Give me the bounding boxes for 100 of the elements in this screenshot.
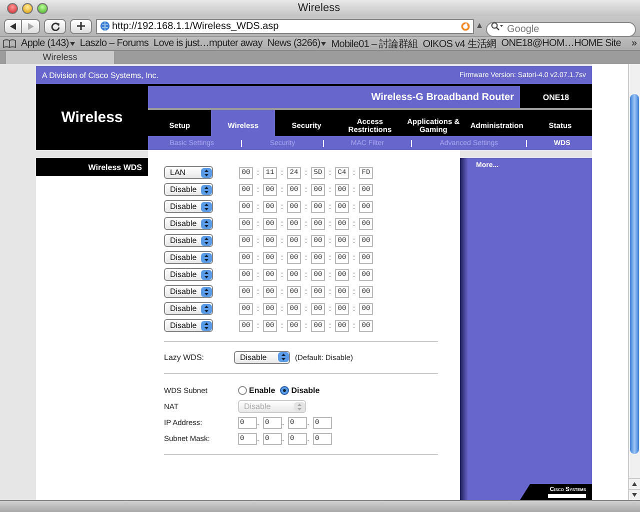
stepper-icon (294, 402, 305, 412)
separator: : (304, 321, 308, 330)
radio-label: Enable (249, 386, 276, 395)
bookmark-item[interactable]: Apple (143) (21, 38, 75, 49)
separator: . (257, 434, 260, 443)
reload-button[interactable] (44, 18, 66, 34)
dropdown[interactable]: LAN (164, 166, 213, 179)
separator: : (256, 236, 260, 245)
separator: : (352, 185, 356, 194)
stepper-icon (201, 252, 212, 262)
scroll-up-button[interactable] (629, 478, 640, 489)
search-icon (491, 22, 503, 30)
dropdown[interactable]: Disable (164, 183, 213, 196)
bookmark-item[interactable]: News (3266) (267, 38, 326, 49)
separator: : (328, 185, 332, 194)
back-button[interactable] (4, 18, 22, 34)
bookmark-item[interactable]: Mobile01 – 討論群組 (331, 37, 418, 50)
dropdown[interactable]: Disable (164, 319, 213, 332)
address-field[interactable]: http://192.168.1.1/Wireless_WDS.asp (96, 18, 474, 34)
separator: : (256, 168, 260, 177)
zoom-button[interactable] (37, 2, 48, 14)
minimize-button[interactable] (22, 2, 33, 14)
separator: : (280, 287, 284, 296)
separator: : (352, 219, 356, 228)
separator: : (304, 168, 308, 177)
circular-arrow-icon (461, 22, 470, 30)
search-field[interactable]: Google (486, 22, 636, 36)
field-label: Lazy WDS: (164, 352, 206, 362)
separator: . (307, 418, 310, 427)
separator: : (256, 321, 260, 330)
dropdown[interactable]: Disable (164, 268, 213, 281)
separator: : (280, 219, 284, 228)
bookmark-item[interactable]: Love is just…mputer away (154, 38, 262, 49)
radio-label: Disable (291, 386, 320, 395)
scrollbar-thumb[interactable] (630, 94, 639, 454)
radio-button[interactable] (238, 386, 247, 395)
dropdown[interactable]: Disable (234, 350, 290, 364)
close-button[interactable] (7, 2, 18, 14)
browser-tab[interactable]: Wireless (6, 51, 114, 64)
back-arrow-icon (10, 22, 16, 30)
separator: : (280, 270, 284, 279)
plus-icon (77, 22, 85, 30)
bookmarks-overflow-button[interactable]: » (631, 38, 637, 49)
separator: : (328, 304, 332, 313)
separator: : (352, 270, 356, 279)
stepper-icon (201, 218, 212, 228)
stepper-icon (201, 270, 212, 280)
separator: : (328, 219, 332, 228)
radio-button[interactable] (280, 386, 290, 395)
dropdown[interactable]: Disable (164, 302, 213, 315)
separator: . (282, 418, 286, 427)
separator: : (304, 304, 308, 313)
window-title: Wireless (296, 2, 342, 14)
stepper-icon (201, 184, 212, 194)
separator: . (282, 434, 286, 443)
separator: : (304, 219, 308, 228)
globe-icon (100, 21, 110, 31)
book-icon[interactable] (3, 39, 16, 48)
separator: : (328, 321, 332, 330)
forward-arrow-icon (27, 22, 34, 30)
separator: : (352, 168, 356, 177)
separator: : (256, 202, 260, 211)
stepper-icon (201, 304, 212, 314)
separator: : (328, 287, 332, 296)
url-text: http://192.168.1.1/Wireless_WDS.asp (112, 20, 279, 32)
separator: : (280, 202, 284, 211)
add-bookmark-button[interactable] (70, 18, 92, 34)
product-name: Wireless-G Broadband Router (371, 92, 514, 102)
separator: : (328, 270, 332, 279)
separator: : (280, 185, 284, 194)
separator: : (304, 287, 308, 296)
separator: : (256, 270, 260, 279)
model-name: ONE18 (542, 92, 570, 102)
section-title: Wireless (61, 108, 123, 126)
separator: : (280, 253, 284, 262)
dropdown[interactable]: Disable (164, 200, 213, 213)
separator: : (280, 321, 284, 330)
dropdown[interactable]: Disable (164, 217, 213, 230)
separator: . (257, 418, 260, 427)
separator: : (304, 185, 308, 194)
separator: : (256, 253, 260, 262)
logo-mark-icon (548, 494, 586, 498)
separator: : (280, 304, 284, 313)
bookmark-item[interactable]: OIKOS v4 生活網 (422, 37, 496, 50)
stepper-icon (201, 168, 212, 178)
separator: : (304, 236, 308, 245)
separator: : (328, 168, 332, 177)
dropdown[interactable]: Disable (164, 285, 213, 298)
bookmark-item[interactable]: ONE18@HOM…HOME Site (501, 38, 621, 49)
separator: : (328, 253, 332, 262)
dropdown[interactable]: Disable (164, 234, 213, 247)
division-text: A Division of Cisco Systems, Inc. (42, 70, 158, 80)
separator: : (304, 253, 308, 262)
separator: : (280, 236, 284, 245)
separator: : (280, 168, 284, 177)
dropdown[interactable]: Disable (164, 251, 213, 264)
separator: : (256, 304, 260, 313)
bookmark-item[interactable]: Laszlo – Forums (80, 38, 149, 49)
stepper-icon (201, 202, 212, 212)
side-title: Wireless WDS (88, 162, 142, 172)
